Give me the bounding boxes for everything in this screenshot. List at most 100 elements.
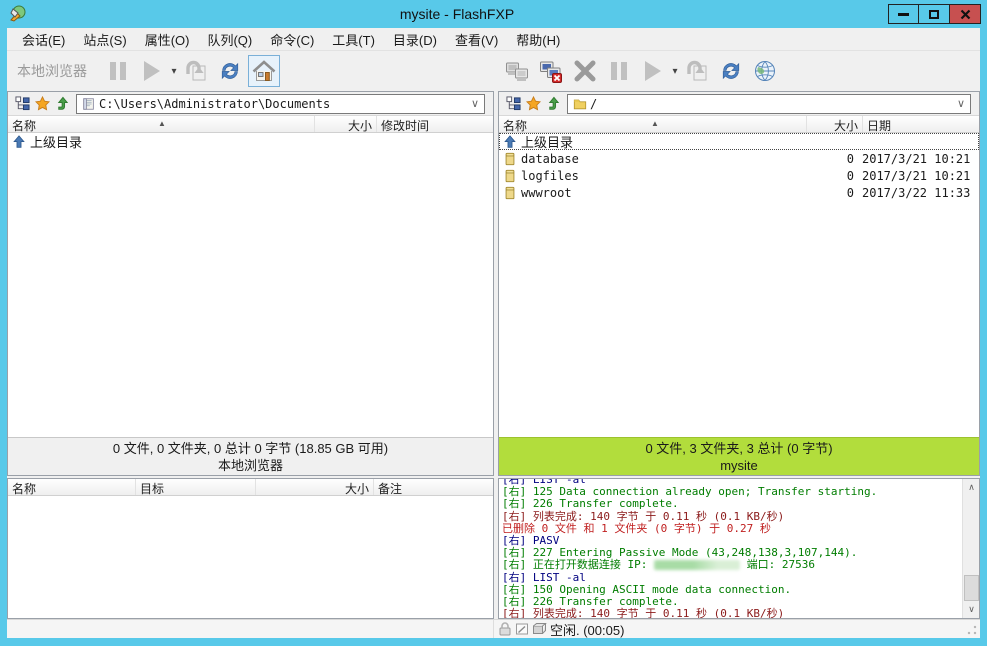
sort-ascending-icon: ▲ [158,119,166,128]
home-icon [252,59,276,83]
local-column-date[interactable]: 修改时间 [377,116,493,132]
remote-row-logfiles[interactable]: logfiles 0 2017/3/21 10:21 [499,167,979,184]
remote-panel: / ∨ 名称▲ 大小 日期 上级目录 [498,91,980,476]
remote-favorites-button[interactable] [523,94,543,114]
remote-column-size[interactable]: 大小 [807,116,863,132]
local-file-list: 上级目录 [8,133,493,437]
menu-item-tools[interactable]: 工具(T) [323,28,384,51]
queue-column-size[interactable]: 大小 [256,479,374,495]
connect-button[interactable] [501,55,533,87]
local-column-size[interactable]: 大小 [315,116,377,132]
remote-column-name[interactable]: 名称▲ [499,116,807,132]
resize-grip[interactable] [966,624,978,636]
tree-view-icon [15,96,30,111]
remote-row-parent-dir[interactable]: 上级目录 [499,133,979,150]
folder-icon [502,169,518,183]
refresh-icon [719,59,743,83]
remote-row-database[interactable]: database 0 2017/3/21 10:21 [499,150,979,167]
local-favorites-button[interactable] [32,94,52,114]
menu-item-view[interactable]: 查看(V) [446,28,507,51]
remote-path-value: / [590,97,954,111]
queue-column-name[interactable]: 名称 [8,479,136,495]
play-dropdown-arrow-icon[interactable]: ▾ [670,55,680,87]
pause-icon [110,62,126,80]
local-tree-button[interactable] [12,94,32,114]
remote-column-date[interactable]: 日期 [863,116,979,132]
local-path-combobox[interactable]: C:\Users\Administrator\Documents ∨ [76,94,485,114]
menu-item-help[interactable]: 帮助(H) [507,28,569,51]
remote-row-wwwroot[interactable]: wwwroot 0 2017/3/22 11:33 [499,184,979,201]
redacted-ip [654,560,740,570]
queue-column-note[interactable]: 备注 [374,479,493,495]
play-icon [144,61,160,81]
browser-panels: C:\Users\Administrator\Documents ∨ 名称▲ 大… [7,91,980,476]
minimize-button[interactable] [888,4,919,24]
local-transfer-button[interactable] [180,55,212,87]
transfer-icon [685,59,709,83]
local-home-button[interactable] [248,55,280,87]
local-status-name: 本地浏览器 [8,457,493,474]
local-column-name[interactable]: 名称▲ [8,116,315,132]
menu-item-directory[interactable]: 目录(D) [384,28,446,51]
queue-column-target[interactable]: 目标 [136,479,256,495]
remote-pause-button[interactable] [603,55,635,87]
queue-header: 名称 目标 大小 备注 [8,479,493,496]
local-panel: C:\Users\Administrator\Documents ∨ 名称▲ 大… [7,91,494,476]
scroll-down-icon[interactable]: ∨ [963,601,980,618]
log-lines: [右] LIST -al [右] 125 Data connection alr… [502,478,961,619]
remote-transfer-button[interactable] [681,55,713,87]
go-up-icon [55,96,70,111]
scroll-thumb[interactable] [964,575,979,601]
statusbar-text: 空闲. (00:05) [550,620,624,639]
remote-play-button[interactable] [637,55,669,87]
abort-button[interactable] [569,55,601,87]
menu-item-sites[interactable]: 站点(S) [74,28,135,51]
local-refresh-button[interactable] [214,55,246,87]
app-icon [8,5,26,23]
note-icon [514,621,530,637]
remote-status-counts: 0 文件, 3 文件夹, 3 总计 (0 字节) [499,440,979,457]
transfer-icon [184,59,208,83]
log-scrollbar[interactable]: ∧ ∨ [962,479,979,618]
abort-icon [573,59,597,83]
play-dropdown-arrow-icon[interactable]: ▾ [169,55,179,87]
local-play-button[interactable] [136,55,168,87]
menubar: 会话(E) 站点(S) 属性(O) 队列(Q) 命令(C) 工具(T) 目录(D… [7,28,980,50]
folder-icon [573,97,587,111]
lock-icon [497,621,513,637]
maximize-icon [929,10,939,19]
globe-icon [753,59,777,83]
local-toolbar: 本地浏览器 ▾ [7,55,494,87]
remote-toolbar: ▾ [494,55,980,87]
favorites-star-icon [35,96,50,111]
chevron-down-icon[interactable]: ∨ [954,97,968,110]
disconnect-button[interactable] [535,55,567,87]
window-title: mysite - FlashFXP [26,6,888,22]
local-row-parent-dir[interactable]: 上级目录 [8,133,493,150]
sort-ascending-icon: ▲ [651,119,659,128]
scroll-up-icon[interactable]: ∧ [963,479,980,496]
close-button[interactable] [950,4,981,24]
remote-file-list: 上级目录 database 0 2017/3/21 10:21 logfiles… [499,133,979,437]
go-up-icon [546,96,561,111]
menu-item-queue[interactable]: 队列(Q) [198,28,261,51]
folder-icon [82,97,96,111]
local-go-up-button[interactable] [52,94,72,114]
remote-tree-button[interactable] [503,94,523,114]
statusbar: 空闲. (00:05) [7,619,980,638]
remote-go-up-button[interactable] [543,94,563,114]
chevron-down-icon[interactable]: ∨ [468,97,482,110]
menu-item-options[interactable]: 属性(O) [136,28,199,51]
menu-item-commands[interactable]: 命令(C) [261,28,323,51]
site-globe-button[interactable] [749,55,781,87]
favorites-star-icon [526,96,541,111]
statusbar-left [7,620,494,638]
remote-refresh-button[interactable] [715,55,747,87]
flashfxp-window: mysite - FlashFXP 会话(E) 站点(S) 属性(O) 队列(Q… [0,0,987,646]
remote-path-combobox[interactable]: / ∨ [567,94,971,114]
transfer-log-panel: [右] LIST -al [右] 125 Data connection alr… [498,478,980,619]
close-icon [960,9,971,20]
maximize-button[interactable] [919,4,950,24]
menu-item-session[interactable]: 会话(E) [13,28,74,51]
local-pause-button[interactable] [102,55,134,87]
